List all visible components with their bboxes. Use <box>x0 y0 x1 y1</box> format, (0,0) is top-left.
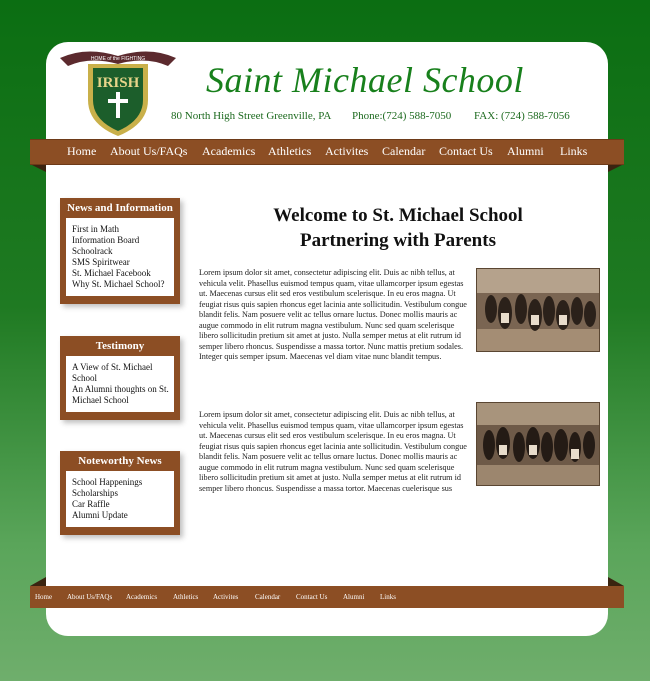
news-box-title: News and Information <box>67 202 173 214</box>
team-photo-1 <box>476 268 600 352</box>
nav-contact[interactable]: Contact Us <box>439 144 493 159</box>
testimony-link[interactable]: A View of St. Michael School <box>72 362 170 384</box>
contact-info: 80 North High Street Greenville, PA Phon… <box>171 110 591 126</box>
logo-banner-text: HOME of the FIGHTING <box>91 56 145 62</box>
noteworthy-link[interactable]: Car Raffle <box>72 499 170 510</box>
nav-athletics[interactable]: Athletics <box>268 144 311 159</box>
phone-text: Phone:(724) 588-7050 <box>352 110 452 122</box>
noteworthy-box: Noteworthy News School Happenings Schola… <box>60 451 180 535</box>
nav-alumni[interactable]: Alumni <box>507 144 544 159</box>
footer-contact[interactable]: Contact Us <box>296 593 327 601</box>
address-text: 80 North High Street Greenville, PA <box>171 110 332 122</box>
testimony-box: Testimony A View of St. Michael School A… <box>60 336 180 420</box>
news-link[interactable]: St. Michael Facebook <box>72 268 170 279</box>
welcome-heading: Welcome to St. Michael School Partnering… <box>198 203 598 253</box>
footer-fold-right <box>608 577 624 586</box>
news-link[interactable]: Why St. Michael School? <box>72 279 170 290</box>
testimony-link[interactable]: An Alumni thoughts on St. Michael School <box>72 384 170 406</box>
news-link[interactable]: Schoolrack <box>72 246 170 257</box>
footer-home[interactable]: Home <box>35 593 52 601</box>
footer-activites[interactable]: Activites <box>213 593 238 601</box>
nav-links[interactable]: Links <box>560 144 587 159</box>
noteworthy-box-title: Noteworthy News <box>78 455 162 467</box>
news-link[interactable]: Information Board <box>72 235 170 246</box>
irish-logo[interactable]: HOME of the FIGHTING IRISH <box>56 46 180 138</box>
news-box-list: First in Math Information Board Schoolra… <box>66 218 174 296</box>
nav-about[interactable]: About Us/FAQs <box>110 144 187 159</box>
news-link[interactable]: First in Math <box>72 224 170 235</box>
main-nav: Home About Us/FAQs Academics Athletics A… <box>30 139 624 165</box>
footer-athletics[interactable]: Athletics <box>173 593 198 601</box>
testimony-box-list: A View of St. Michael School An Alumni t… <box>66 356 174 412</box>
footer-about[interactable]: About Us/FAQs <box>67 593 112 601</box>
nav-fold-right <box>608 164 624 172</box>
noteworthy-box-list: School Happenings Scholarships Car Raffl… <box>66 471 174 527</box>
nav-calendar[interactable]: Calendar <box>382 144 425 159</box>
testimony-box-title: Testimony <box>95 340 145 352</box>
team-photo-2 <box>476 402 600 486</box>
nav-home[interactable]: Home <box>67 144 96 159</box>
footer-links[interactable]: Links <box>380 593 396 601</box>
nav-activites[interactable]: Activites <box>325 144 368 159</box>
logo-name: IRISH <box>97 75 140 91</box>
page-subtitle: Partnering with Parents <box>300 230 496 251</box>
footer-calendar[interactable]: Calendar <box>255 593 280 601</box>
site-title: Saint Michael School <box>206 60 524 100</box>
news-link[interactable]: SMS Spiritwear <box>72 257 170 268</box>
footer-nav: Home About Us/FAQs Academics Athletics A… <box>30 586 624 608</box>
footer-academics[interactable]: Academics <box>126 593 157 601</box>
noteworthy-link[interactable]: Scholarships <box>72 488 170 499</box>
footer-fold-left <box>30 577 46 586</box>
footer-alumni[interactable]: Alumni <box>343 593 364 601</box>
noteworthy-link[interactable]: Alumni Update <box>72 510 170 521</box>
news-box: News and Information First in Math Infor… <box>60 198 180 304</box>
page-title: Welcome to St. Michael School <box>273 205 523 226</box>
noteworthy-link[interactable]: School Happenings <box>72 477 170 488</box>
fax-text: FAX: (724) 588-7056 <box>474 110 570 122</box>
nav-fold-left <box>30 164 46 172</box>
nav-academics[interactable]: Academics <box>202 144 255 159</box>
